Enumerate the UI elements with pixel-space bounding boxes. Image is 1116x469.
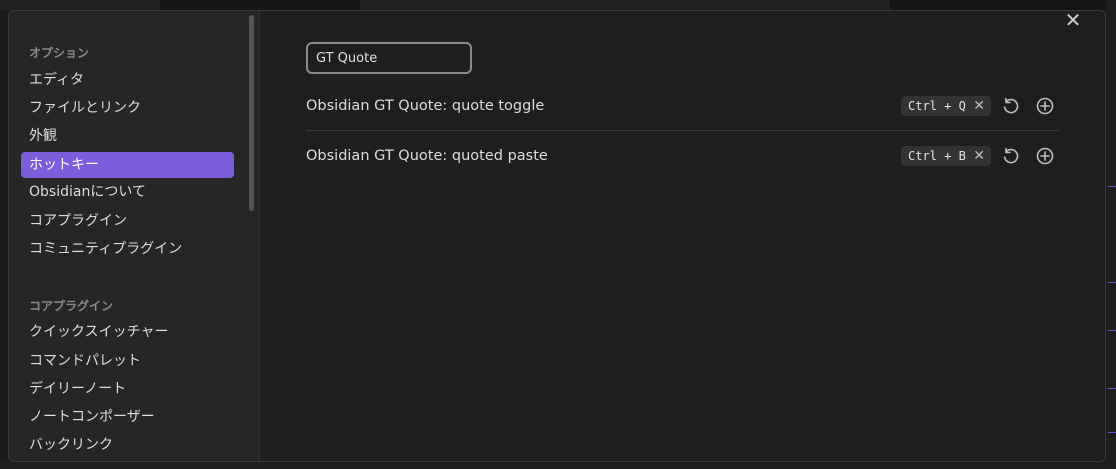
hotkey-binding-label: Ctrl + B [908,149,966,163]
hotkey-binding: Ctrl + Q ✕ [901,96,991,116]
background-link-mark [1108,422,1116,433]
background-link-mark [1108,320,1116,331]
reset-icon[interactable] [1001,146,1021,166]
background-segment [160,0,360,10]
sidebar-item-backlinks[interactable]: バックリンク [21,432,234,458]
sidebar-item-note-composer[interactable]: ノートコンポーザー [21,404,234,430]
sidebar-item-core-plugins[interactable]: コアプラグイン [21,208,234,234]
background-app-bottom [0,462,1116,469]
sidebar-item-community-plugins[interactable]: コミュニティプラグイン [21,236,234,262]
settings-sidebar: オプション エディタ ファイルとリンク 外観 ホットキー Obsidianについ… [9,11,260,461]
background-link-mark [1108,176,1116,187]
remove-hotkey-icon[interactable]: ✕ [973,96,985,116]
close-icon[interactable]: ✕ [1063,10,1083,30]
background-link-mark [1108,378,1116,389]
background-app-right [1106,0,1116,469]
sidebar-item-appearance[interactable]: 外観 [21,123,234,149]
sidebar-item-daily-notes[interactable]: デイリーノート [21,376,234,402]
hotkey-command-name: Obsidian GT Quote: quoted paste [306,148,548,164]
hotkey-binding: Ctrl + B ✕ [901,146,991,166]
sidebar-item-hotkeys[interactable]: ホットキー [21,152,234,178]
background-app-top [0,0,1116,10]
hotkey-command-name: Obsidian GT Quote: quote toggle [306,98,545,114]
hotkey-search-input[interactable] [306,42,472,74]
sidebar-item-files-links[interactable]: ファイルとリンク [21,95,234,121]
add-hotkey-icon[interactable] [1035,146,1055,166]
sidebar-section-options: オプション [29,46,90,60]
add-hotkey-icon[interactable] [1035,96,1055,116]
settings-modal: オプション エディタ ファイルとリンク 外観 ホットキー Obsidianについ… [8,10,1106,462]
hotkey-row: Obsidian GT Quote: quote toggle Ctrl + Q… [306,82,1059,131]
remove-hotkey-icon[interactable]: ✕ [973,146,985,166]
hotkeys-content: Obsidian GT Quote: quote toggle Ctrl + Q… [259,11,1105,461]
sidebar-item-about[interactable]: Obsidianについて [21,179,234,205]
sidebar-item-editor[interactable]: エディタ [21,67,234,93]
sidebar-section-core-plugins: コアプラグイン [29,299,114,313]
hotkey-binding-label: Ctrl + Q [908,99,966,113]
sidebar-item-command-palette[interactable]: コマンドパレット [21,348,234,374]
sidebar-item-quick-switcher[interactable]: クイックスイッチャー [21,319,234,345]
hotkey-row: Obsidian GT Quote: quoted paste Ctrl + B… [306,132,1059,180]
background-link-mark [1108,272,1116,283]
reset-icon[interactable] [1001,96,1021,116]
sidebar-scrollbar[interactable] [249,15,254,211]
background-segment [890,0,1116,10]
